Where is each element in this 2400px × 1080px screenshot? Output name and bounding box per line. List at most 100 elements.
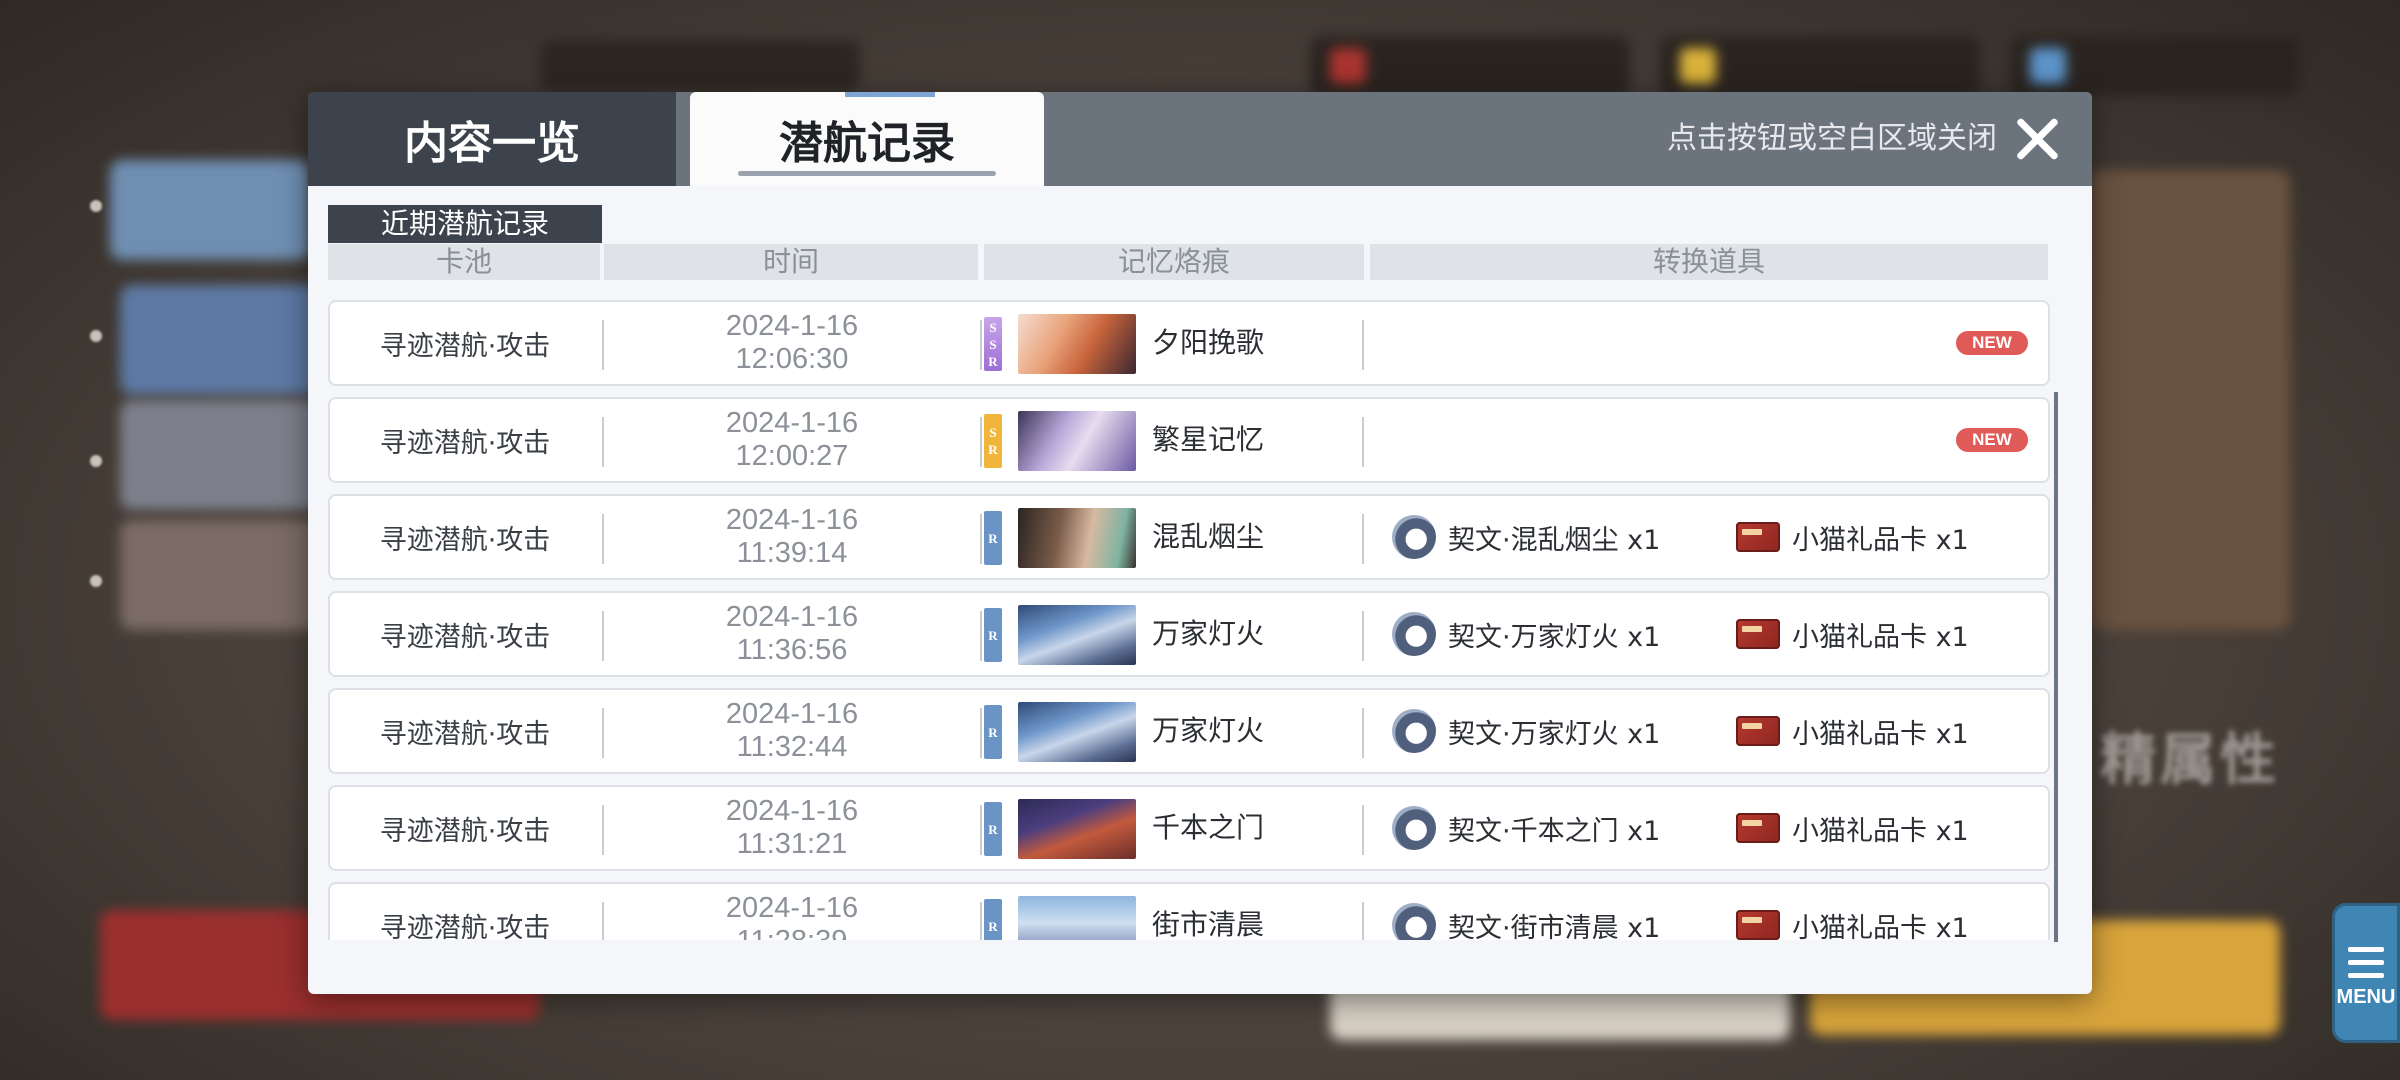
- pull-clock: 11:39:14: [736, 537, 848, 569]
- gift-card-icon: [1736, 619, 1780, 649]
- menu-label: MENU: [2336, 986, 2396, 1008]
- bg-resource-gold: [1660, 36, 1980, 96]
- section-title: 近期潜航记录: [328, 205, 602, 243]
- table-row[interactable]: 寻迹潜航·攻击 2024-1-16 11:31:21 R 千本之门 契文·千本之门 x1 小…: [328, 785, 2050, 871]
- memory-cell: R 万家灯火: [982, 593, 1362, 675]
- memory-cell: S R 繁星记忆: [982, 399, 1362, 481]
- converted-items-cell: NEW: [1364, 302, 2044, 384]
- pact-token-icon: [1392, 806, 1436, 850]
- bg-resource-red: [1310, 36, 1630, 96]
- tab-dive-history-label: 潜航记录: [779, 118, 955, 169]
- column-header-memory: 记忆烙痕: [984, 244, 1364, 280]
- table-row[interactable]: 寻迹潜航·攻击 2024-1-16 11:32:44 R 万家灯火 契文·万家灯火 x1 小…: [328, 688, 2050, 774]
- menu-icon: [2348, 947, 2384, 978]
- pull-clock: 12:06:30: [735, 343, 849, 375]
- rarity-badge: R: [984, 899, 1002, 940]
- memory-cell: R 混乱烟尘: [982, 496, 1362, 578]
- menu-button[interactable]: MENU: [2332, 903, 2400, 1043]
- rarity-badge: SSR: [984, 317, 1002, 371]
- table-row[interactable]: 寻迹潜航·攻击2024-1-1611:28:39R街市清晨契文·街市清晨 x1小…: [328, 882, 2050, 940]
- scrollbar[interactable]: [2054, 392, 2058, 942]
- table-row[interactable]: 寻迹潜航·攻击 2024-1-16 12:06:30 S S R 夕阳挽歌 NEW: [328, 300, 2050, 386]
- rarity-badge: R: [984, 608, 1002, 662]
- bg-top-info: [540, 40, 860, 90]
- close-icon[interactable]: [2012, 114, 2062, 164]
- converted-items-cell: 契文·万家灯火 x1 小猫礼品卡 x1: [1364, 690, 2044, 772]
- converted-item: 小猫礼品卡 x1: [1736, 593, 1969, 675]
- pool-name: 寻迹潜航·攻击: [379, 912, 551, 941]
- pull-clock: 12:00:27: [735, 440, 849, 472]
- converted-item: 小猫礼品卡 x1: [1736, 496, 1969, 578]
- converted-items-cell: 契文·千本之门 x1 小猫礼品卡 x1: [1364, 787, 2044, 869]
- bg-banner-2: [120, 285, 320, 395]
- memory-thumbnail: [1018, 702, 1136, 762]
- pull-time: 2024-1-16 11:39:14: [604, 496, 980, 578]
- pull-clock: 11:36:56: [736, 634, 848, 666]
- bg-banner-4: [120, 520, 320, 630]
- rarity-badge: R: [984, 705, 1002, 759]
- tab-underline: [738, 171, 996, 176]
- rarity-badge: R: [984, 511, 1002, 565]
- item-label: 契文·万家灯火 x1: [1448, 621, 1661, 653]
- table-row[interactable]: 寻迹潜航·攻击 2024-1-16 11:36:56 R 万家灯火 契文·万家灯火 x1 小…: [328, 591, 2050, 677]
- pull-date: 2024-1-16: [725, 601, 859, 633]
- tab-active-mark: [845, 92, 935, 97]
- pool-name: 寻迹潜航·攻击: [379, 621, 551, 653]
- pull-date: 2024-1-16: [725, 504, 859, 536]
- bg-banner-3: [120, 400, 320, 510]
- bg-character-art: [2090, 170, 2290, 630]
- memory-thumbnail: [1018, 314, 1136, 374]
- bg-resource-blue: [2010, 36, 2300, 96]
- pull-date: 2024-1-16: [725, 698, 859, 730]
- tab-content-overview[interactable]: 内容一览: [308, 92, 676, 186]
- memory-name: 繁星记忆: [1152, 423, 1265, 456]
- rarity-badge: R: [984, 802, 1002, 856]
- converted-item: 契文·万家灯火 x1: [1392, 593, 1660, 675]
- history-list[interactable]: 寻迹潜航·攻击 2024-1-16 12:06:30 S S R 夕阳挽歌 NEW 寻迹潜航·攻…: [328, 300, 2052, 940]
- converted-item: 小猫礼品卡 x1: [1736, 884, 1969, 940]
- table-row[interactable]: 寻迹潜航·攻击 2024-1-16 11:39:14 R 混乱烟尘 契文·混乱烟尘 x1 小…: [328, 494, 2050, 580]
- pull-time: 2024-1-16 12:00:27: [604, 399, 980, 481]
- pool-name: 寻迹潜航·攻击: [379, 330, 551, 362]
- pull-time: 2024-1-16 11:36:56: [604, 593, 980, 675]
- bg-banner-1: [110, 160, 310, 260]
- converted-item: 契文·街市清晨 x1: [1392, 884, 1660, 940]
- column-header-time: 时间: [604, 244, 978, 280]
- gacha-history-dialog: 内容一览 潜航记录 点击按钮或空白区域关闭 近期潜航记录 卡池 时间 记忆烙痕 …: [308, 92, 2092, 994]
- pool-name: 寻迹潜航·攻击: [379, 524, 551, 556]
- pull-time: 2024-1-1611:28:39: [604, 884, 980, 940]
- item-label: 小猫礼品卡 x1: [1792, 621, 1969, 653]
- pull-date: 2024-1-16: [725, 795, 859, 827]
- converted-item: 契文·混乱烟尘 x1: [1392, 496, 1660, 578]
- converted-items-cell: 契文·混乱烟尘 x1 小猫礼品卡 x1: [1364, 496, 2044, 578]
- bg-dots: [90, 200, 102, 600]
- item-label: 小猫礼品卡 x1: [1792, 912, 1969, 941]
- memory-name: 夕阳挽歌: [1152, 326, 1265, 359]
- rarity-badge: SR: [984, 414, 1002, 468]
- item-label: 契文·万家灯火 x1: [1448, 718, 1661, 750]
- pull-time: 2024-1-16 11:31:21: [604, 787, 980, 869]
- memory-thumbnail: [1018, 411, 1136, 471]
- dialog-header: 内容一览 潜航记录 点击按钮或空白区域关闭: [308, 92, 2092, 186]
- pool-name: 寻迹潜航·攻击: [379, 427, 551, 459]
- memory-thumbnail: [1018, 896, 1136, 940]
- pull-date: 2024-1-16: [725, 892, 859, 924]
- pool-name: 寻迹潜航·攻击: [379, 718, 551, 750]
- item-label: 契文·混乱烟尘 x1: [1448, 524, 1661, 556]
- memory-name: 千本之门: [1152, 811, 1265, 844]
- pull-clock: 11:31:21: [736, 828, 848, 860]
- pull-date: 2024-1-16: [725, 407, 859, 439]
- converted-items-cell: 契文·街市清晨 x1 小猫礼品卡 x1: [1364, 884, 2044, 940]
- converted-item: 契文·万家灯火 x1: [1392, 690, 1660, 772]
- table-row[interactable]: 寻迹潜航·攻击 2024-1-16 12:00:27 S R 繁星记忆 NEW: [328, 397, 2050, 483]
- converted-item: 小猫礼品卡 x1: [1736, 690, 1969, 772]
- converted-item: 契文·千本之门 x1: [1392, 787, 1660, 869]
- converted-items-cell: NEW: [1364, 399, 2044, 481]
- pact-token-icon: [1392, 515, 1436, 559]
- pull-clock: 11:28:39: [737, 925, 848, 940]
- converted-item: 小猫礼品卡 x1: [1736, 787, 1969, 869]
- tab-dive-history[interactable]: 潜航记录: [690, 92, 1044, 186]
- pull-time: 2024-1-16 12:06:30: [604, 302, 980, 384]
- pact-token-icon: [1392, 903, 1436, 940]
- pull-date: 2024-1-16: [725, 310, 859, 342]
